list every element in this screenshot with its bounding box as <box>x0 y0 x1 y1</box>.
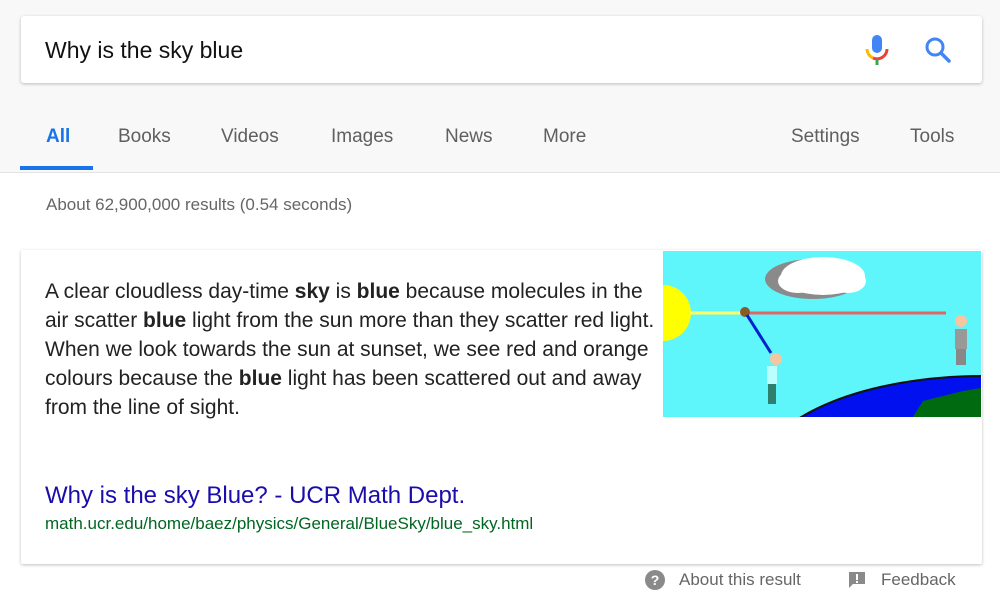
voice-search-button[interactable] <box>861 33 893 67</box>
snippet-segment: is <box>329 280 357 303</box>
svg-text:?: ? <box>651 572 660 588</box>
snippet-segment: A clear cloudless day-time <box>45 280 295 303</box>
sky-scattering-illustration <box>635 251 1000 577</box>
search-box <box>21 16 982 83</box>
snippet-text: A clear cloudless day-time sky is blue b… <box>45 277 655 422</box>
about-this-result-label: About this result <box>679 570 801 589</box>
help-circle-icon: ? <box>645 570 665 590</box>
result-title-link[interactable]: Why is the sky Blue? - UCR Math Dept. <box>45 482 465 510</box>
snippet-bold-term: blue <box>356 280 400 303</box>
feedback-label: Feedback <box>881 570 956 589</box>
tab-videos[interactable]: Videos <box>221 126 279 148</box>
feedback-link[interactable]: Feedback <box>847 570 956 590</box>
settings-link[interactable]: Settings <box>791 126 860 148</box>
result-stats: About 62,900,000 results (0.54 seconds) <box>46 195 353 214</box>
tab-books[interactable]: Books <box>118 126 171 148</box>
search-button[interactable] <box>921 33 955 67</box>
snippet-image[interactable] <box>635 251 1000 577</box>
tab-all[interactable]: All <box>46 126 70 148</box>
feedback-icon <box>849 572 865 588</box>
active-tab-indicator <box>20 166 93 170</box>
tab-more[interactable]: More <box>543 126 586 148</box>
search-tabs: All Books Videos Images News More Settin… <box>0 118 1000 173</box>
tools-link[interactable]: Tools <box>910 126 954 148</box>
tab-news[interactable]: News <box>445 126 493 148</box>
featured-snippet-card: A clear cloudless day-time sky is blue b… <box>21 250 1000 577</box>
observer-right <box>955 315 967 365</box>
tab-images[interactable]: Images <box>331 126 393 148</box>
result-url: math.ucr.edu/home/baez/physics/General/B… <box>45 514 534 533</box>
snippet-bold-term: sky <box>294 280 330 303</box>
snippet-bold-term: blue <box>143 309 187 332</box>
snippet-bold-term: blue <box>238 367 282 390</box>
about-this-result-link[interactable]: ? About this result <box>645 570 801 590</box>
magnifier-icon <box>925 37 951 63</box>
search-input[interactable] <box>45 34 825 66</box>
microphone-icon <box>865 35 889 65</box>
